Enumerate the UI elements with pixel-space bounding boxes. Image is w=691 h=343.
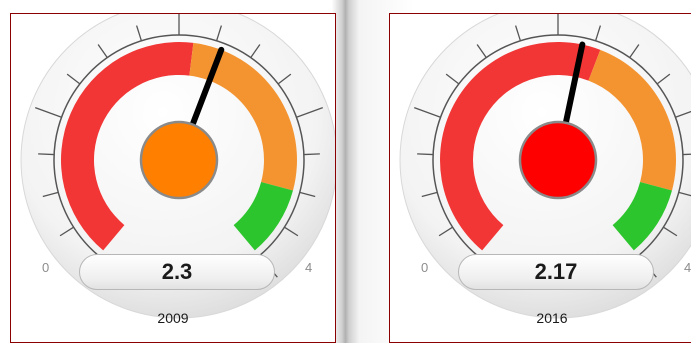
gauge-center-indicator [139, 120, 219, 200]
gauge-max-label: 4 [684, 260, 691, 275]
gauge-panel-2016: 0 4 2.17 2016 [389, 13, 691, 343]
gauge-chart [399, 14, 691, 319]
gauge-center-indicator [518, 120, 598, 200]
gauge-panel-2009: 0 4 2.3 2009 [10, 13, 336, 343]
gauge-minor-tick [417, 153, 434, 156]
gauge-minor-tick [38, 153, 55, 156]
gauge-year-label: 2016 [536, 310, 568, 326]
gauge-value-box: 2.17 [458, 254, 654, 290]
gauge-min-label: 0 [42, 260, 50, 275]
gauge-value-box: 2.3 [79, 254, 275, 290]
gauge-value-label: 2.3 [161, 259, 193, 284]
gauge-value-label: 2.17 [534, 259, 578, 284]
gauge-minor-tick [682, 153, 691, 156]
gauge-chart [20, 14, 335, 319]
gauge-max-label: 4 [305, 260, 313, 275]
gauge-year-label: 2009 [157, 310, 189, 326]
gauge-minor-tick [303, 153, 320, 156]
gauge-min-label: 0 [421, 260, 429, 275]
